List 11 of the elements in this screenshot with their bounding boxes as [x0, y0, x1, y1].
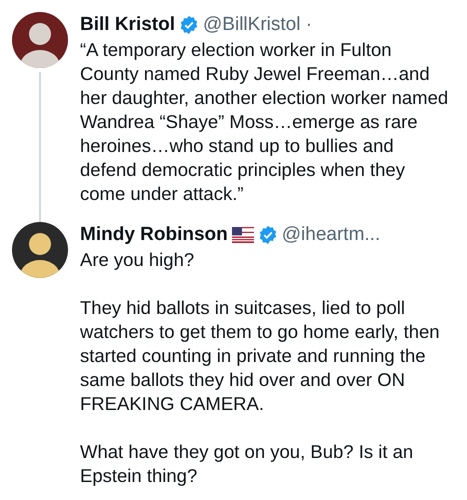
- display-name[interactable]: Mindy Robinson: [80, 222, 228, 248]
- display-name[interactable]: Bill Kristol: [80, 12, 176, 38]
- tweet-text: “A temporary election worker in Fulton County named Ruby Jewel Freeman…and her daughter, another election worker named Wandrea “Shaye” Moss…emerge as rare heroines…who stand up to bullies and defend democratic principles when they come under attack.”: [80, 38, 450, 206]
- tweet-text: Are you high?: [80, 248, 196, 272]
- flag-icon: [232, 227, 254, 243]
- user-handle[interactable]: @BillKristol ·: [203, 12, 312, 38]
- tweet-text: What have they got on you, Bub? Is it an Epstein thing?: [80, 440, 414, 488]
- tweet-text: They hid ballots in suitcases, lied to poll watchers to get them to go home early, then started counting in private and running the same ballots they hid over and over ON FREAKING CAMERA.: [80, 296, 441, 416]
- verified-badge-icon: [258, 225, 278, 245]
- verified-badge-icon: [179, 15, 200, 35]
- user-handle[interactable]: @iheartm...: [282, 222, 380, 248]
